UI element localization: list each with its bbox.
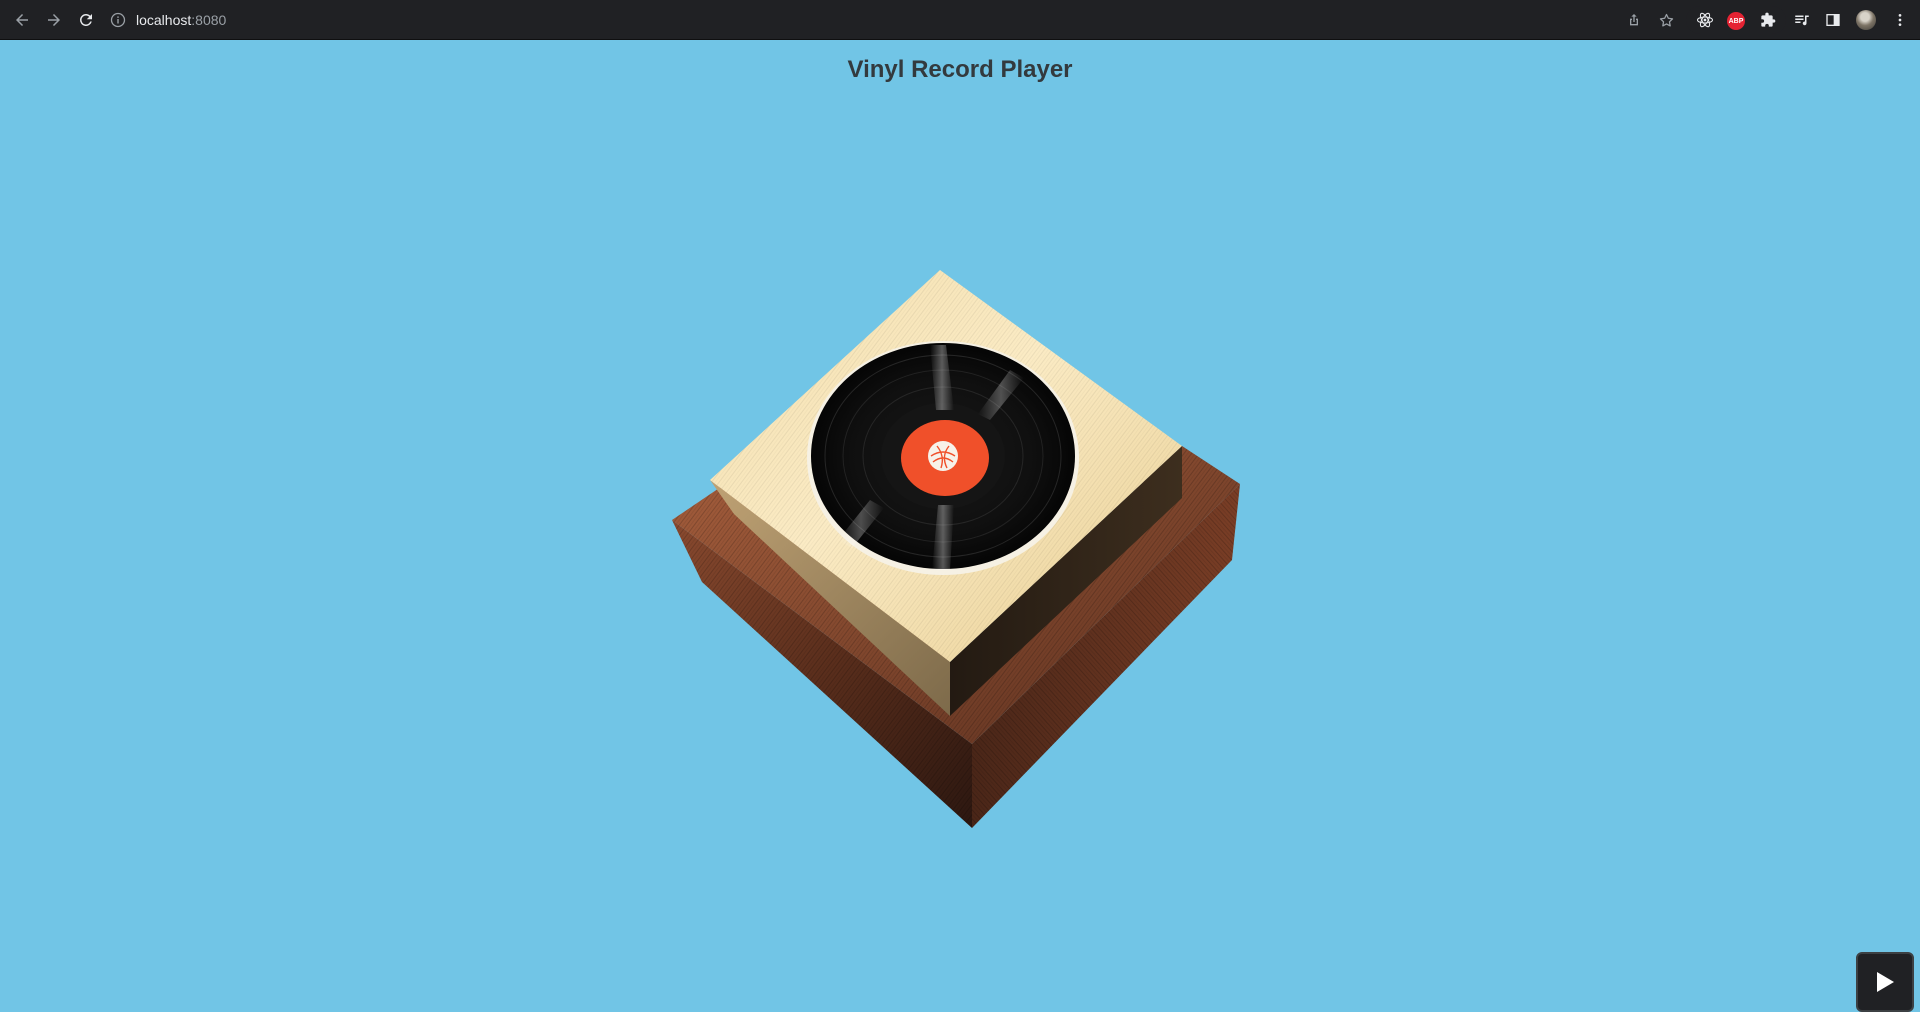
atom-icon bbox=[1696, 12, 1714, 28]
side-panel-icon bbox=[1826, 14, 1840, 26]
share-icon bbox=[1630, 14, 1638, 26]
star-icon bbox=[1659, 13, 1673, 27]
queue-music-icon bbox=[1795, 15, 1809, 26]
side-panel-button[interactable] bbox=[1821, 8, 1845, 32]
reload-icon bbox=[79, 13, 92, 26]
bookmark-button[interactable] bbox=[1654, 8, 1678, 32]
profile-avatar[interactable] bbox=[1856, 10, 1876, 30]
media-controls-button[interactable] bbox=[1790, 8, 1814, 32]
extensions-button[interactable] bbox=[1756, 8, 1780, 32]
page-viewport: Vinyl Record Player bbox=[0, 40, 1920, 1012]
adblock-extension[interactable]: ABP bbox=[1727, 12, 1745, 30]
play-icon bbox=[1877, 972, 1894, 992]
back-button[interactable] bbox=[10, 8, 34, 32]
menu-button[interactable] bbox=[1888, 8, 1912, 32]
arrow-right-icon bbox=[48, 14, 60, 26]
vinyl-record[interactable] bbox=[807, 341, 1079, 575]
record-label-logo bbox=[928, 441, 958, 471]
page-title: Vinyl Record Player bbox=[847, 56, 1073, 83]
puzzle-icon bbox=[1761, 12, 1776, 27]
share-button[interactable] bbox=[1622, 8, 1646, 32]
forward-button[interactable] bbox=[42, 8, 66, 32]
more-vertical-icon bbox=[1898, 14, 1902, 26]
browser-toolbar: localhost:8080 ABP bbox=[0, 0, 1920, 40]
url-host: localhost bbox=[136, 12, 192, 28]
play-button[interactable] bbox=[1856, 952, 1914, 1012]
address-bar[interactable]: localhost:8080 bbox=[110, 6, 1670, 34]
info-icon bbox=[110, 12, 126, 28]
reload-button[interactable] bbox=[74, 8, 98, 32]
turntable-3d-scene[interactable] bbox=[660, 260, 1260, 880]
arrow-left-icon bbox=[16, 14, 28, 26]
url-port: :8080 bbox=[191, 12, 227, 28]
react-devtools-extension[interactable] bbox=[1693, 8, 1717, 32]
